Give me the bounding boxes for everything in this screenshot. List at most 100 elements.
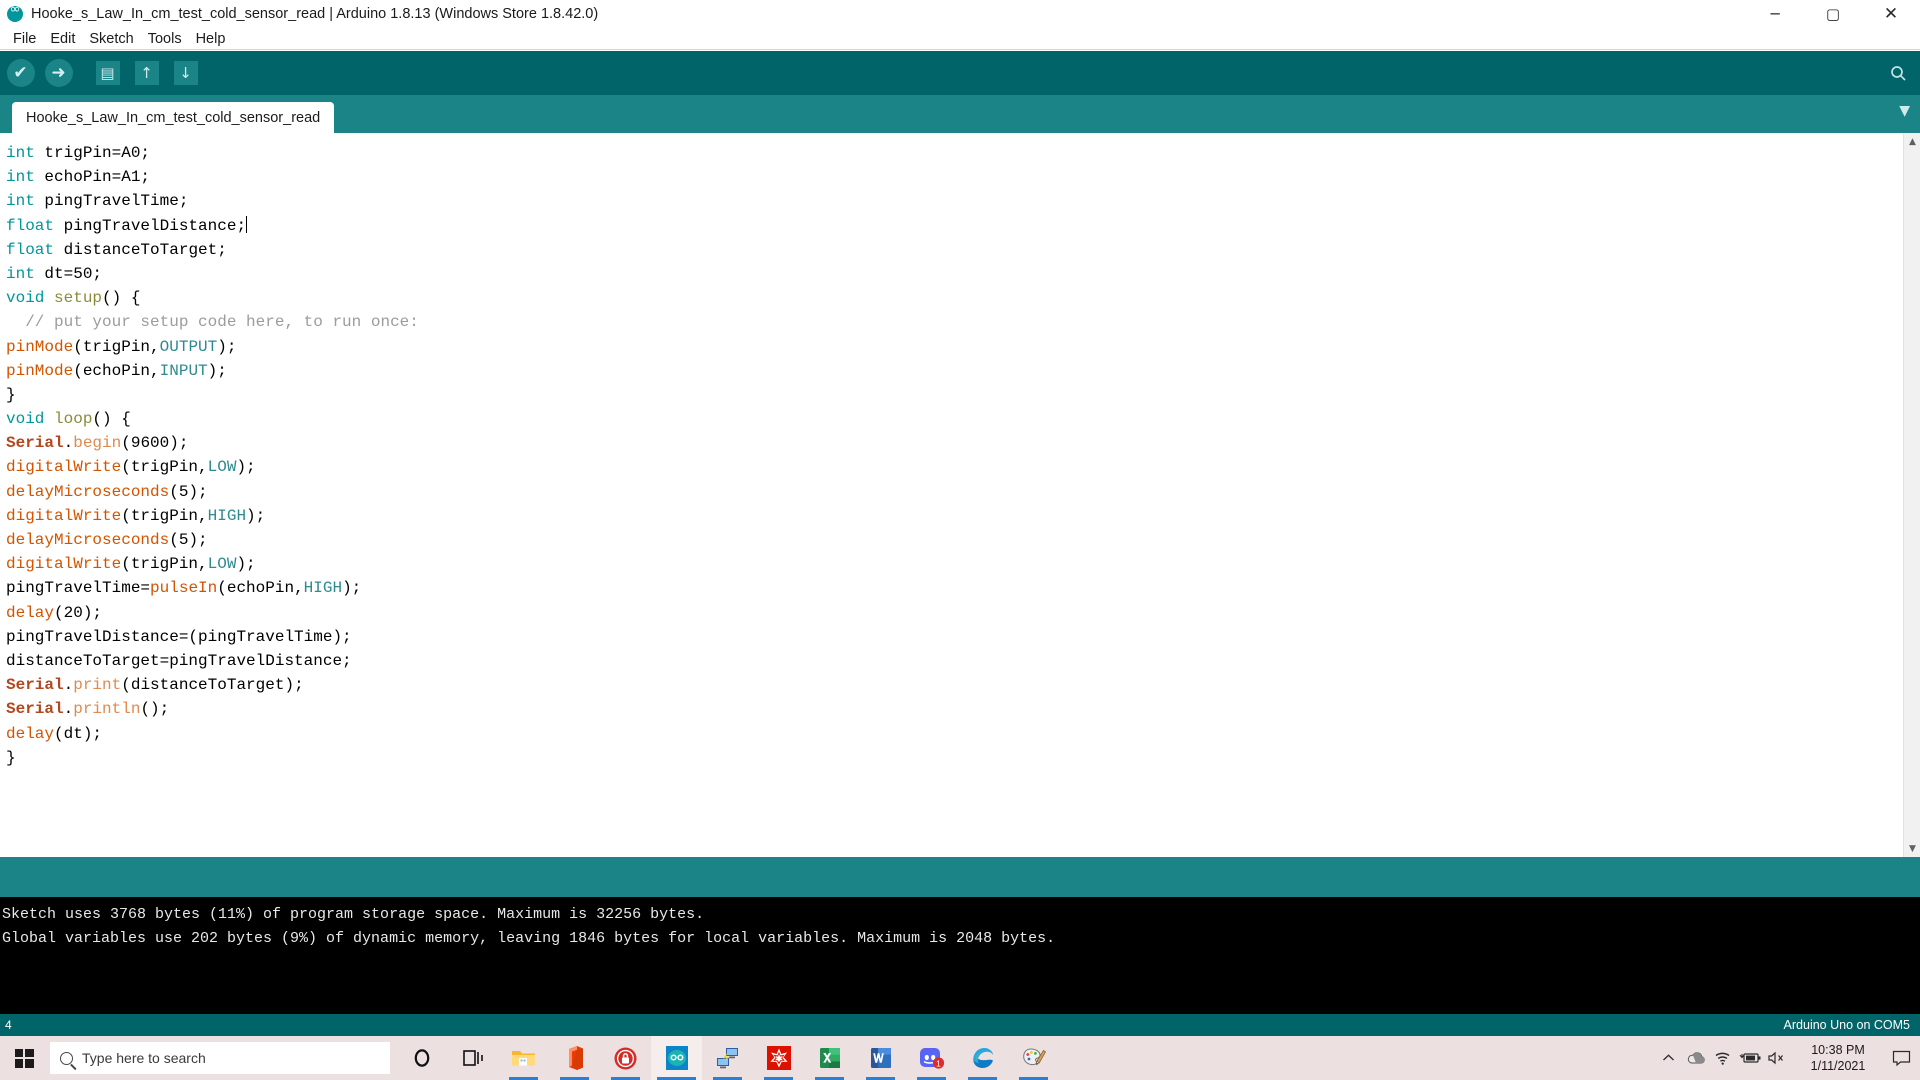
- code-token: }: [6, 749, 16, 767]
- code-line: float pingTravelDistance;: [6, 214, 1920, 238]
- serial-monitor-button[interactable]: [1884, 60, 1912, 86]
- chevron-down-icon[interactable]: ▼: [1899, 103, 1910, 119]
- battery-charging-icon: [1738, 1051, 1762, 1065]
- code-token: Serial: [6, 700, 64, 718]
- scroll-up-arrow-icon[interactable]: ▲: [1904, 133, 1920, 150]
- new-sketch-button[interactable]: ▤: [90, 56, 125, 91]
- code-token: pulseIn: [150, 579, 217, 597]
- onedrive-button[interactable]: [1682, 1036, 1709, 1080]
- code-token: pingTravelTime=: [6, 579, 150, 597]
- code-line: distanceToTarget=pingTravelDistance;: [6, 649, 1920, 673]
- windows-taskbar: Type here to search: [0, 1036, 1920, 1080]
- code-editor[interactable]: int trigPin=A0;int echoPin=A1;int pingTr…: [0, 133, 1920, 857]
- remote-desktop-icon: [715, 1046, 741, 1070]
- code-line: delayMicroseconds(5);: [6, 480, 1920, 504]
- code-token: println: [73, 700, 140, 718]
- excel-button[interactable]: [804, 1036, 855, 1080]
- code-token: dt=50;: [35, 265, 102, 283]
- office-button[interactable]: [549, 1036, 600, 1080]
- lastpass-lock-icon: [613, 1046, 638, 1071]
- code-token: );: [342, 579, 361, 597]
- mathematica-button[interactable]: [753, 1036, 804, 1080]
- tab-sketch-active[interactable]: Hooke_s_Law_In_cm_test_cold_sensor_read: [12, 102, 334, 133]
- code-token: delayMicroseconds: [6, 483, 169, 501]
- task-view-icon: [461, 1048, 485, 1068]
- code-token: );: [246, 507, 265, 525]
- battery-button[interactable]: [1736, 1036, 1763, 1080]
- code-token: .: [64, 676, 74, 694]
- mathematica-icon: [767, 1046, 791, 1070]
- code-token: (trigPin,: [121, 458, 207, 476]
- code-token: .: [64, 434, 74, 452]
- paint-button[interactable]: [1008, 1036, 1059, 1080]
- word-button[interactable]: [855, 1036, 906, 1080]
- word-icon: [869, 1046, 893, 1070]
- code-token: LOW: [208, 555, 237, 573]
- discord-button[interactable]: 1: [906, 1036, 957, 1080]
- action-center-button[interactable]: [1886, 1036, 1916, 1080]
- menu-item-sketch[interactable]: Sketch: [82, 29, 140, 49]
- menu-item-tools[interactable]: Tools: [141, 29, 189, 49]
- code-token: digitalWrite: [6, 458, 121, 476]
- edge-icon: [970, 1045, 996, 1071]
- board-port-status: Arduino Uno on COM5: [1784, 1018, 1910, 1032]
- upload-button[interactable]: ➜: [41, 56, 76, 91]
- edge-button[interactable]: [957, 1036, 1008, 1080]
- minimize-button[interactable]: ─: [1746, 0, 1804, 28]
- code-token: (echoPin,: [217, 579, 303, 597]
- chevron-up-icon: [1662, 1053, 1675, 1063]
- remote-desktop-button[interactable]: [702, 1036, 753, 1080]
- paint-icon: [1021, 1045, 1047, 1071]
- cortana-button[interactable]: [396, 1036, 447, 1080]
- code-token: () {: [102, 289, 140, 307]
- code-content[interactable]: int trigPin=A0;int echoPin=A1;int pingTr…: [0, 133, 1920, 770]
- arrow-up-icon: ↑: [135, 61, 159, 85]
- status-bar: 4 Arduino Uno on COM5: [0, 1014, 1920, 1036]
- code-line: }: [6, 746, 1920, 770]
- save-sketch-button[interactable]: ↓: [168, 56, 203, 91]
- arrow-down-icon: ↓: [174, 61, 198, 85]
- code-line: pinMode(echoPin,INPUT);: [6, 359, 1920, 383]
- open-sketch-button[interactable]: ↑: [129, 56, 164, 91]
- maximize-button[interactable]: ▢: [1804, 0, 1862, 28]
- system-tray: 10:38 PM 1/11/2021: [1655, 1036, 1920, 1080]
- code-token: distanceToTarget=pingTravelDistance;: [6, 652, 352, 670]
- file-explorer-button[interactable]: [498, 1036, 549, 1080]
- code-token: (distanceToTarget);: [121, 676, 303, 694]
- console-output[interactable]: Sketch uses 3768 bytes (11%) of program …: [0, 897, 1920, 1014]
- code-line: void setup() {: [6, 286, 1920, 310]
- arduino-button[interactable]: [651, 1036, 702, 1080]
- editor-scrollbar[interactable]: ▲ ▼: [1903, 133, 1920, 857]
- code-line: pingTravelDistance=(pingTravelTime);: [6, 625, 1920, 649]
- code-token: (echoPin,: [73, 362, 159, 380]
- volume-button[interactable]: [1763, 1036, 1790, 1080]
- close-button[interactable]: ✕: [1862, 0, 1920, 28]
- show-hidden-icons-button[interactable]: [1655, 1036, 1682, 1080]
- clock[interactable]: 10:38 PM 1/11/2021: [1790, 1036, 1886, 1080]
- task-view-button[interactable]: [447, 1036, 498, 1080]
- code-token: pinMode: [6, 338, 73, 356]
- code-token: pinMode: [6, 362, 73, 380]
- code-token: Serial: [6, 434, 64, 452]
- menu-item-file[interactable]: File: [6, 29, 43, 49]
- code-token: begin: [73, 434, 121, 452]
- code-token: );: [236, 555, 255, 573]
- start-button[interactable]: [0, 1036, 48, 1080]
- clock-time: 10:38 PM: [1811, 1042, 1865, 1058]
- search-placeholder: Type here to search: [82, 1050, 206, 1066]
- code-line: digitalWrite(trigPin,HIGH);: [6, 504, 1920, 528]
- lastpass-button[interactable]: [600, 1036, 651, 1080]
- discord-badge-count: 1: [936, 1059, 941, 1069]
- code-token: pingTravelTime;: [35, 192, 189, 210]
- code-token: () {: [92, 410, 130, 428]
- menu-item-edit[interactable]: Edit: [43, 29, 82, 49]
- menu-item-help[interactable]: Help: [189, 29, 233, 49]
- code-token: (trigPin,: [121, 555, 207, 573]
- arrow-right-icon: ➜: [45, 59, 73, 87]
- search-input[interactable]: Type here to search: [50, 1042, 390, 1074]
- scroll-down-arrow-icon[interactable]: ▼: [1904, 840, 1920, 857]
- code-token: (trigPin,: [73, 338, 159, 356]
- wifi-button[interactable]: [1709, 1036, 1736, 1080]
- code-line: delay(dt);: [6, 722, 1920, 746]
- verify-button[interactable]: ✔: [3, 56, 38, 91]
